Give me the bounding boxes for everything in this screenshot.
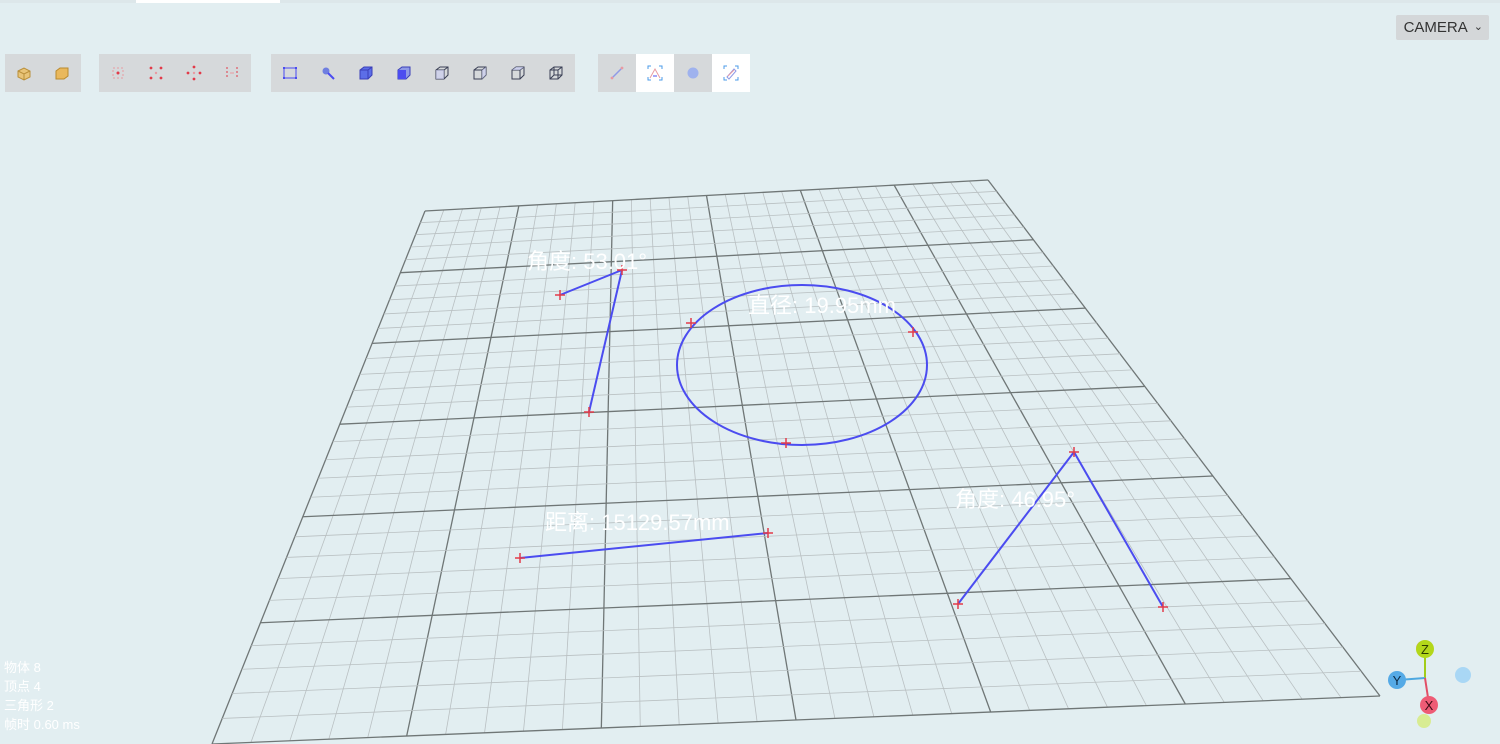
view-wire-cube-icon [435, 66, 449, 80]
measure-distance-icon [610, 66, 624, 80]
chevron-down-icon: ⌄ [1473, 21, 1483, 33]
measure-tools-group [598, 54, 750, 92]
view-wire-cube-4-icon [549, 66, 563, 80]
object-tools-group [5, 54, 81, 92]
view-wire-cube-button[interactable] [423, 54, 461, 92]
angle-label-1: 角度: 53.01° [527, 249, 647, 274]
select-vertex-icon [112, 67, 124, 79]
object-cube-button[interactable] [5, 54, 43, 92]
view-solid-cube-icon [359, 66, 373, 80]
select-points-icon [149, 66, 163, 80]
view-solid-cube-button[interactable] [347, 54, 385, 92]
select-edges-icon [226, 67, 238, 79]
select-edges-button[interactable] [213, 54, 251, 92]
select-tools-group [99, 54, 251, 92]
measure-angle-button[interactable] [636, 54, 674, 92]
stat-vertices: 顶点 4 [4, 679, 41, 694]
object-box-icon [55, 67, 69, 80]
camera-select-label: CAMERA [1403, 19, 1468, 36]
angle-measurement-1[interactable] [559, 269, 623, 413]
view-wire-cube-3-icon [511, 66, 525, 80]
axis-z-label: Z [1421, 642, 1429, 657]
axis-gizmo[interactable]: Z Y X [1380, 624, 1500, 744]
pointer-icon [322, 67, 335, 80]
view-wire-cube-4-button[interactable] [537, 54, 575, 92]
view-wire-cube-2-button[interactable] [461, 54, 499, 92]
3d-viewport[interactable]: 角度: 53.01° 直径: 19.95mm 距离: 15129.57mm 角度… [0, 0, 1500, 744]
axis-neg-y-dot [1417, 714, 1431, 728]
stat-triangles: 三角形 2 [4, 698, 54, 713]
diameter-label: 直径: 19.95mm [748, 293, 896, 318]
render-stats: 物体 8 顶点 4 三角形 2 帧时 0.60 ms [4, 658, 80, 734]
frame-icon [283, 67, 297, 79]
select-crosshair-icon [186, 65, 202, 81]
select-crosshair-button[interactable] [175, 54, 213, 92]
select-points-button[interactable] [137, 54, 175, 92]
measure-area-button[interactable] [712, 54, 750, 92]
camera-select[interactable]: CAMERA ⌄ [1395, 15, 1489, 40]
pointer-button[interactable] [309, 54, 347, 92]
axis-neg-x-dot [1455, 667, 1471, 683]
object-cube-icon [17, 67, 31, 81]
axis-x-label: X [1425, 698, 1434, 713]
measure-circle-icon [687, 67, 699, 79]
measure-angle-icon [647, 65, 663, 81]
frame-button[interactable] [271, 54, 309, 92]
ground-grid [211, 179, 1381, 744]
distance-label: 距离: 15129.57mm [545, 510, 730, 535]
stat-frame-time: 帧时 0.60 ms [4, 717, 80, 732]
select-vertex-button[interactable] [99, 54, 137, 92]
angle-label-2: 角度: 46.95° [955, 487, 1075, 512]
view-tools-group [271, 54, 575, 92]
measure-area-icon [723, 65, 739, 81]
measure-distance-button[interactable] [598, 54, 636, 92]
object-box-button[interactable] [43, 54, 81, 92]
view-front-cube-button[interactable] [385, 54, 423, 92]
stat-objects: 物体 8 [4, 660, 41, 675]
view-wire-cube-3-button[interactable] [499, 54, 537, 92]
measure-circle-button[interactable] [674, 54, 712, 92]
view-wire-cube-2-icon [473, 66, 487, 80]
axis-y-label: Y [1393, 673, 1402, 688]
view-front-cube-icon [397, 66, 411, 80]
